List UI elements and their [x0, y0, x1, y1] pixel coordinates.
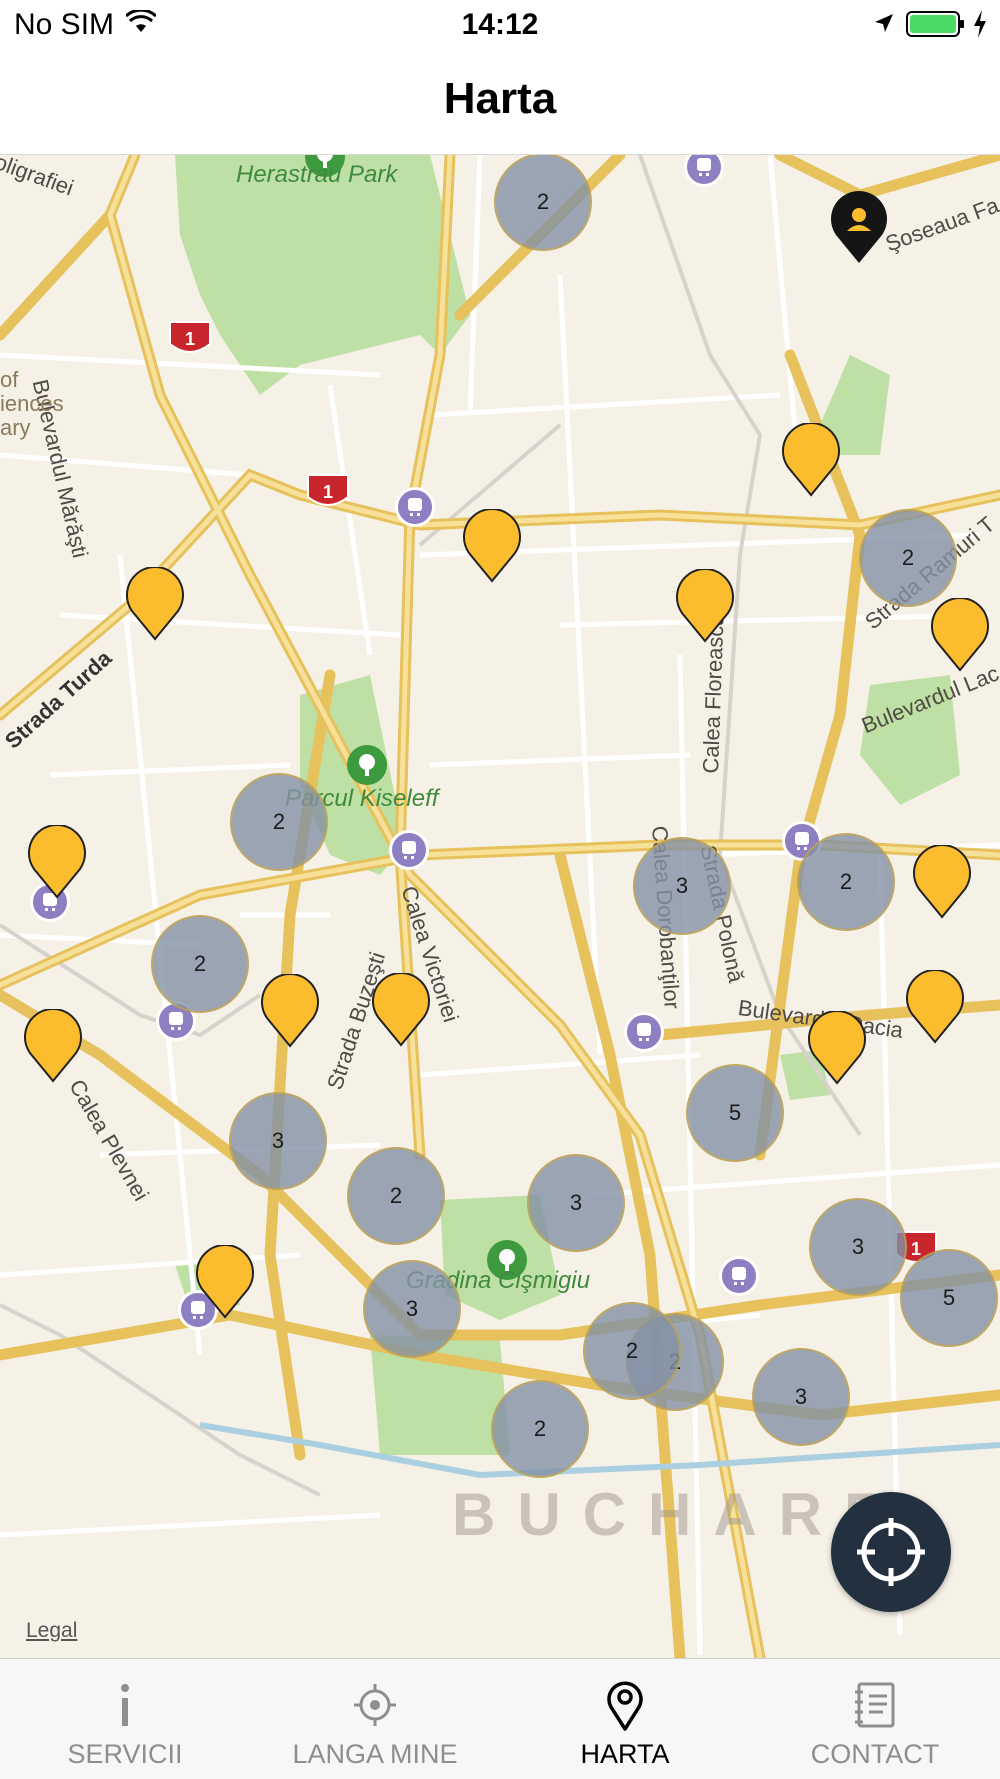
map-pin-icon: [600, 1679, 650, 1731]
map-view[interactable]: Herastrau Park Parcul Kiseleff Gradina C…: [0, 155, 1000, 1658]
cluster-marker[interactable]: 5: [900, 1249, 998, 1347]
cluster-marker[interactable]: 2: [494, 155, 592, 251]
highway-shield: 1: [305, 473, 351, 513]
location-pin[interactable]: [259, 973, 321, 1048]
cluster-marker[interactable]: 2: [797, 833, 895, 931]
crosshair-icon: [350, 1679, 400, 1731]
location-pin[interactable]: [22, 1008, 84, 1083]
location-pin[interactable]: [124, 566, 186, 641]
crosshair-icon: [857, 1518, 925, 1586]
info-icon: [100, 1679, 150, 1731]
cluster-marker[interactable]: 5: [686, 1064, 784, 1162]
cluster-marker[interactable]: 3: [633, 837, 731, 935]
cluster-marker[interactable]: 3: [229, 1092, 327, 1190]
cluster-marker[interactable]: 2: [583, 1302, 681, 1400]
status-bar: No SIM 14:12: [0, 0, 1000, 50]
rail-station-icon[interactable]: [395, 487, 435, 527]
contact-book-icon: [850, 1679, 900, 1731]
location-pin[interactable]: [904, 969, 966, 1044]
location-pin[interactable]: [929, 597, 991, 672]
svg-text:1: 1: [185, 329, 195, 349]
cluster-marker[interactable]: 2: [859, 509, 957, 607]
tab-langa-mine[interactable]: LANGA MINE: [250, 1659, 500, 1779]
tab-label: HARTA: [580, 1739, 670, 1769]
clock: 14:12: [461, 8, 539, 41]
location-arrow-icon: [873, 12, 895, 39]
battery-icon: [906, 10, 966, 43]
cluster-marker[interactable]: 3: [363, 1260, 461, 1358]
location-pin[interactable]: [911, 844, 973, 919]
svg-text:1: 1: [323, 482, 333, 502]
location-pin[interactable]: [370, 972, 432, 1047]
highway-shield: 1: [167, 320, 213, 360]
park-label: Herastrau Park: [236, 161, 398, 188]
tab-servicii[interactable]: SERVICII: [0, 1659, 250, 1779]
cluster-marker[interactable]: 3: [527, 1154, 625, 1252]
cluster-marker[interactable]: 2: [347, 1147, 445, 1245]
charging-icon: [972, 10, 988, 43]
rail-station-icon[interactable]: [389, 830, 429, 870]
park-icon: [347, 745, 387, 785]
cluster-marker[interactable]: 2: [151, 915, 249, 1013]
location-pin[interactable]: [674, 568, 736, 643]
tab-contact[interactable]: CONTACT: [750, 1659, 1000, 1779]
cluster-marker[interactable]: 2: [491, 1380, 589, 1478]
user-location-marker[interactable]: [828, 191, 890, 265]
cluster-marker[interactable]: 2: [230, 773, 328, 871]
location-pin[interactable]: [780, 422, 842, 497]
location-pin[interactable]: [26, 824, 88, 899]
tab-label: LANGA MINE: [292, 1739, 458, 1769]
location-pin[interactable]: [194, 1244, 256, 1319]
tab-label: SERVICII: [67, 1739, 183, 1769]
location-pin[interactable]: [806, 1010, 868, 1085]
tab-label: CONTACT: [810, 1739, 940, 1769]
poi-label: ary: [0, 415, 31, 440]
tab-bar: SERVICII LANGA MINE HARTA CONTACT: [0, 1658, 1000, 1779]
location-pin[interactable]: [461, 508, 523, 583]
navigation-bar: Harta: [0, 50, 1000, 155]
svg-text:1: 1: [911, 1239, 921, 1259]
legal-link[interactable]: Legal: [26, 1619, 77, 1643]
locate-me-button[interactable]: [831, 1492, 951, 1612]
cluster-marker[interactable]: 3: [752, 1348, 850, 1446]
poi-label: of: [0, 367, 19, 392]
poi-label: iences: [0, 391, 64, 416]
rail-station-icon[interactable]: [624, 1012, 664, 1052]
rail-station-icon[interactable]: [719, 1256, 759, 1296]
tab-harta[interactable]: HARTA: [500, 1659, 750, 1779]
cluster-marker[interactable]: 3: [809, 1198, 907, 1296]
page-title: Harta: [443, 74, 557, 123]
